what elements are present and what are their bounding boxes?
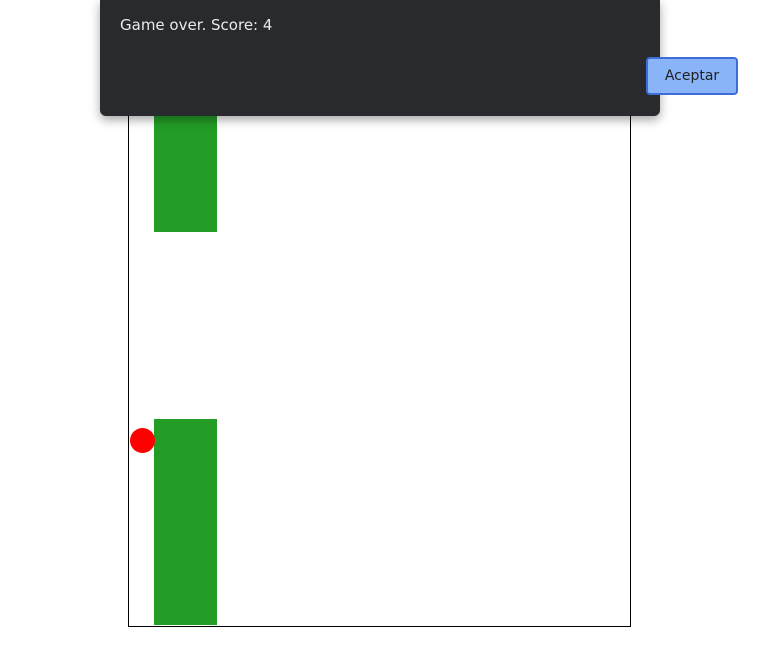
pipe-bottom bbox=[154, 419, 217, 625]
accept-button[interactable]: Aceptar bbox=[646, 57, 738, 95]
player-ball bbox=[130, 428, 155, 453]
alert-dialog: Game over. Score: 4 Aceptar bbox=[100, 0, 738, 116]
dialog-message: Game over. Score: 4 bbox=[120, 16, 273, 34]
